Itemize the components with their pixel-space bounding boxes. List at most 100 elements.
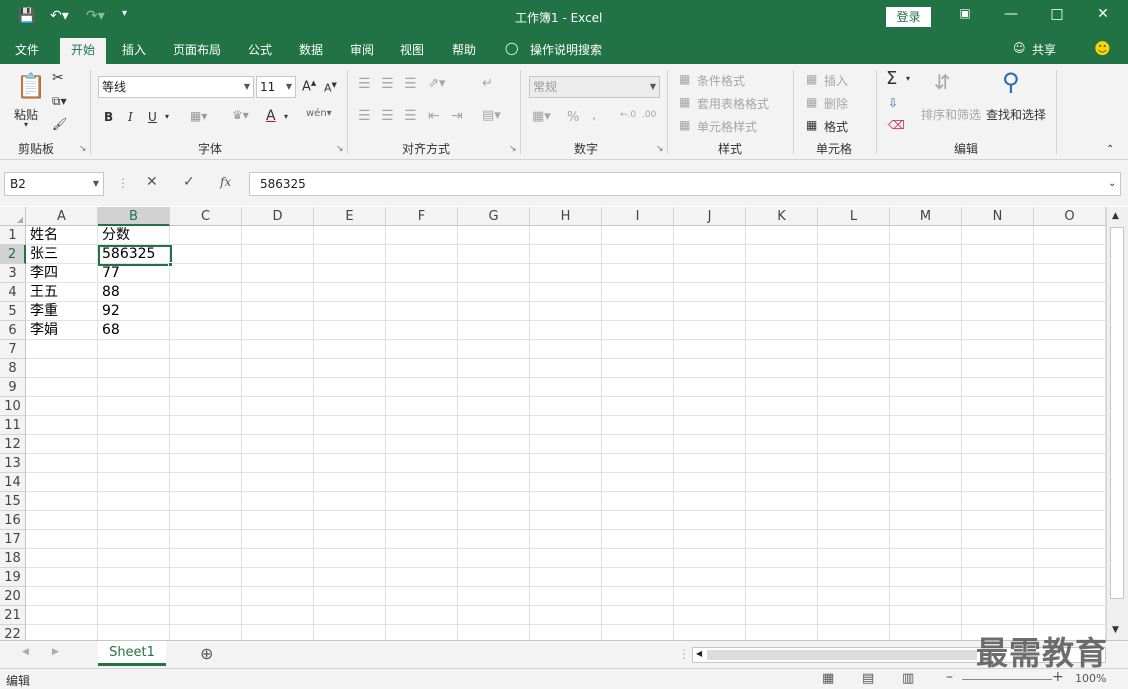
row-header-22[interactable]: 22 <box>0 625 26 640</box>
increase-decimal-icon[interactable]: ←.0 <box>620 110 636 120</box>
tab-page-layout[interactable]: 页面布局 <box>173 41 221 58</box>
font-launcher-icon[interactable]: ↘ <box>336 144 344 154</box>
column-header-c[interactable]: C <box>170 207 242 226</box>
row-header-15[interactable]: 15 <box>0 492 26 511</box>
column-header-k[interactable]: K <box>746 207 818 226</box>
phonetic-icon[interactable]: wén▾ <box>306 108 332 119</box>
row-header-6[interactable]: 6 <box>0 321 26 340</box>
italic-button[interactable]: I <box>128 110 133 124</box>
next-sheet-icon[interactable]: ▶ <box>52 647 59 657</box>
zoom-slider[interactable] <box>962 679 1052 680</box>
number-format-select[interactable]: 常规 ▼ <box>529 76 660 98</box>
tab-data[interactable]: 数据 <box>299 41 323 58</box>
bold-button[interactable]: B <box>104 110 113 124</box>
increase-indent-icon[interactable]: ⇥ <box>451 108 463 124</box>
name-box[interactable]: B2 ▼ <box>4 172 104 196</box>
smiley-icon[interactable]: ☻ <box>1094 39 1111 58</box>
formula-input[interactable]: 586325 <box>249 172 1121 196</box>
login-button[interactable]: 登录 <box>886 7 931 27</box>
column-header-f[interactable]: F <box>386 207 458 226</box>
minimize-icon[interactable]: — <box>996 6 1026 22</box>
vertical-scrollbar[interactable]: ▲ ▼ <box>1106 207 1128 640</box>
column-header-e[interactable]: E <box>314 207 386 226</box>
collapse-ribbon-icon[interactable]: ⌃ <box>1106 144 1114 155</box>
customize-qat-icon[interactable]: ▾ <box>122 8 127 19</box>
align-bottom-icon[interactable]: ☰ <box>404 76 417 92</box>
find-select-icon[interactable]: ⚲ <box>1002 68 1020 96</box>
align-right-icon[interactable]: ☰ <box>404 108 417 124</box>
cancel-entry-icon[interactable]: ✕ <box>146 174 158 190</box>
increase-font-icon[interactable]: A▲ <box>302 79 316 94</box>
cell-b6[interactable]: 68 <box>99 321 169 340</box>
cell-a3[interactable]: 李四 <box>27 264 97 283</box>
column-header-m[interactable]: M <box>890 207 962 226</box>
conditional-format-button[interactable]: 条件格式 <box>697 72 745 89</box>
row-header-17[interactable]: 17 <box>0 530 26 549</box>
share-button[interactable]: 共享 <box>1032 41 1056 58</box>
horizontal-scroll-thumb[interactable] <box>707 650 977 660</box>
align-center-icon[interactable]: ☰ <box>381 108 394 124</box>
page-break-view-icon[interactable]: ▥ <box>902 671 914 686</box>
decrease-indent-icon[interactable]: ⇤ <box>428 108 440 124</box>
select-all-button[interactable]: ◢ <box>0 207 26 226</box>
tab-formulas[interactable]: 公式 <box>248 41 272 58</box>
cell-a5[interactable]: 李重 <box>27 302 97 321</box>
row-header-12[interactable]: 12 <box>0 435 26 454</box>
confirm-entry-icon[interactable]: ✓ <box>183 174 195 190</box>
border-icon[interactable]: ▦▾ <box>190 109 207 123</box>
accounting-format-icon[interactable]: ▦▾ <box>532 109 551 124</box>
cell-b1[interactable]: 分数 <box>99 226 169 245</box>
paste-icon[interactable]: 📋 <box>16 72 46 100</box>
column-header-l[interactable]: L <box>818 207 890 226</box>
orientation-icon[interactable]: ⇗▾ <box>428 76 445 91</box>
font-size-select[interactable]: 11 ▼ <box>256 76 296 98</box>
scroll-left-icon[interactable]: ◀ <box>696 649 702 658</box>
expand-formula-icon[interactable]: ⌄ <box>1108 178 1116 189</box>
row-header-2[interactable]: 2 <box>0 245 26 264</box>
fill-color-icon[interactable]: ♛▾ <box>232 108 249 122</box>
decrease-font-icon[interactable]: A▼ <box>324 81 337 95</box>
tell-me-search[interactable]: 操作说明搜索 <box>530 41 602 58</box>
find-select-button[interactable]: 查找和选择 <box>986 106 1046 123</box>
tab-review[interactable]: 审阅 <box>350 41 374 58</box>
column-header-d[interactable]: D <box>242 207 314 226</box>
row-header-11[interactable]: 11 <box>0 416 26 435</box>
autosum-dropdown-icon[interactable]: ▾ <box>906 74 910 83</box>
decrease-decimal-icon[interactable]: .00 <box>642 110 656 120</box>
cut-icon[interactable]: ✂ <box>52 70 64 86</box>
tab-view[interactable]: 视图 <box>400 41 424 58</box>
alignment-launcher-icon[interactable]: ↘ <box>509 144 517 154</box>
cell-a2[interactable]: 张三 <box>27 245 97 264</box>
column-header-b[interactable]: B <box>98 207 170 226</box>
ribbon-display-icon[interactable]: ▣ <box>950 6 980 20</box>
redo-icon[interactable]: ↷▾ <box>86 8 105 24</box>
row-header-5[interactable]: 5 <box>0 302 26 321</box>
column-header-g[interactable]: G <box>458 207 530 226</box>
zoom-out-icon[interactable]: – <box>946 669 953 685</box>
column-header-n[interactable]: N <box>962 207 1034 226</box>
sort-filter-icon[interactable]: ⇵ <box>934 70 951 94</box>
row-header-13[interactable]: 13 <box>0 454 26 473</box>
paste-dropdown-icon[interactable]: ▾ <box>24 120 28 129</box>
delete-cells-button[interactable]: 删除 <box>824 95 848 112</box>
sheet-tab-sheet1[interactable]: Sheet1 <box>98 641 166 666</box>
tab-file[interactable]: 文件 <box>15 41 39 58</box>
row-header-7[interactable]: 7 <box>0 340 26 359</box>
column-header-i[interactable]: I <box>602 207 674 226</box>
maximize-icon[interactable]: □ <box>1042 6 1072 22</box>
cell-b3[interactable]: 77 <box>99 264 169 283</box>
table-format-button[interactable]: 套用表格格式 <box>697 95 769 112</box>
clear-icon[interactable]: ⌫ <box>888 118 905 132</box>
underline-dropdown-icon[interactable]: ▾ <box>165 112 169 121</box>
align-left-icon[interactable]: ☰ <box>358 108 371 124</box>
page-layout-view-icon[interactable]: ▤ <box>862 671 874 686</box>
tab-split-icon[interactable]: ⋮ <box>678 647 690 661</box>
sort-filter-button[interactable]: 排序和筛选 <box>921 106 981 123</box>
row-header-16[interactable]: 16 <box>0 511 26 530</box>
column-header-h[interactable]: H <box>530 207 602 226</box>
column-header-a[interactable]: A <box>26 207 98 226</box>
font-color-icon[interactable]: A <box>266 108 276 124</box>
fill-icon[interactable]: ⇩ <box>888 96 898 110</box>
clipboard-launcher-icon[interactable]: ↘ <box>79 144 87 154</box>
column-header-o[interactable]: O <box>1034 207 1106 226</box>
